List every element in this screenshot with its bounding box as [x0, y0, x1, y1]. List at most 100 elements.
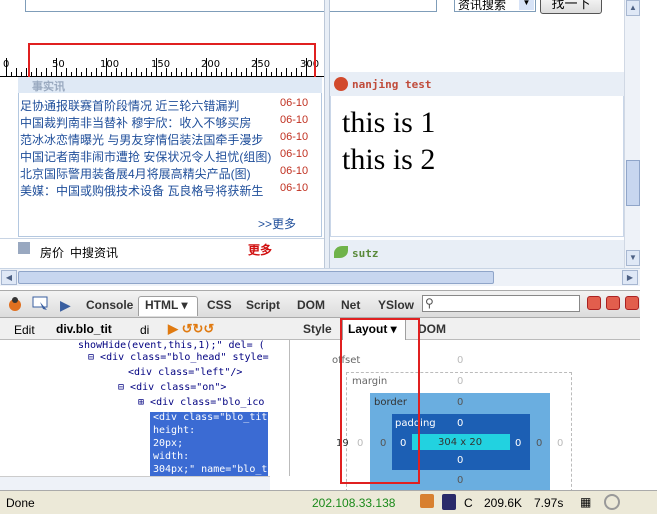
news-date: 06-10	[280, 165, 309, 177]
scroll-down-icon[interactable]: ▼	[626, 250, 640, 266]
tab-style[interactable]: Style	[303, 322, 332, 336]
news-date: 06-10	[280, 131, 309, 143]
tab-side-dom[interactable]: DOM	[418, 322, 446, 336]
page-size: 209.6K	[484, 496, 523, 510]
tab-zhongsou-news[interactable]: 中搜资讯	[70, 244, 118, 261]
expand-icon[interactable]: ⊞	[138, 397, 150, 408]
scroll-right-icon[interactable]: ▶	[622, 270, 638, 285]
minimize-button[interactable]	[587, 296, 601, 310]
news-item[interactable]: 范冰冰恋情曝光 与男友穿情侣装法国牵手漫步 06-10	[20, 131, 320, 148]
news-section-title: 事实讯	[32, 81, 65, 93]
collapse-icon[interactable]: ⊟	[118, 382, 130, 393]
collapse-icon[interactable]: ⊟	[88, 352, 100, 363]
border-top: 0	[457, 397, 464, 408]
padding-bottom: 0	[457, 455, 464, 466]
news-item[interactable]: 中国裁判南非当替补 穆宇欣：收入不够买房 06-10	[20, 114, 320, 131]
code-line[interactable]: <div class="left"/>	[128, 367, 242, 378]
margin-top: 0	[457, 376, 464, 387]
tab-css[interactable]: CSS	[207, 298, 232, 312]
ruler-label: 0	[3, 59, 10, 70]
chevron-down-icon: ▼	[519, 0, 534, 10]
scroll-up-icon[interactable]: ▲	[626, 0, 640, 16]
code-line[interactable]: ⊞ <div class="blo_ico	[138, 397, 264, 408]
scroll-thumb[interactable]	[18, 271, 494, 284]
border-bottom: 0	[457, 475, 464, 486]
second-panel-title[interactable]: sutz	[352, 247, 379, 260]
load-time: 7.97s	[534, 496, 564, 510]
border-right: 0	[536, 438, 543, 449]
tab-console[interactable]: Console	[86, 298, 133, 312]
subtabs-more-link[interactable]: 更多	[248, 241, 272, 258]
tab-house-price[interactable]: 房价	[40, 244, 64, 261]
code-line[interactable]: ⊟ <div class="on">	[118, 382, 226, 393]
test-panel-title[interactable]: nanjing test	[352, 78, 431, 91]
news-item[interactable]: 中国记者南非闹市遭抢 安保状况令人担忧(组图) 06-10	[20, 148, 320, 165]
tab-dom[interactable]: DOM	[297, 298, 325, 312]
selected-code-line: <div class="blo_tit	[153, 412, 268, 423]
ruler-tick	[21, 72, 22, 76]
selected-code-line: height:	[153, 425, 196, 436]
tab-script[interactable]: Script	[246, 298, 280, 312]
code-line[interactable]: ⊟ <div class="blo_head" style=	[88, 352, 269, 363]
offset-top: 0	[457, 355, 464, 366]
search-button[interactable]: 找一下	[540, 0, 602, 14]
annotation-highlight-box	[340, 318, 420, 484]
firebug-status-icon[interactable]	[420, 494, 434, 508]
news-title[interactable]: 范冰冰恋情曝光 与男友穿情侣装法国牵手漫步	[20, 131, 280, 148]
search-type-label: 资讯搜索	[458, 0, 507, 12]
news-item[interactable]: 足协通报联赛首阶段情况 近三轮六错漏判 06-10	[20, 97, 320, 114]
news-date: 06-10	[280, 114, 309, 126]
tab-icon	[18, 242, 30, 254]
tab-yslow[interactable]: YSlow	[378, 298, 414, 312]
close-button[interactable]	[625, 296, 639, 310]
ruler-tick	[26, 68, 27, 76]
news-date: 06-10	[280, 148, 309, 160]
selected-code-line: width:	[153, 451, 190, 462]
test-line: this is 2	[342, 143, 436, 176]
news-title[interactable]: 北京国际警用装备展4月将展高精尖产品(图)	[20, 165, 280, 182]
search-type-select[interactable]: 资讯搜索 ▼	[454, 0, 536, 12]
news-item[interactable]: 美媒：中国或购俄技术设备 瓦良格号将获新生 06-10	[20, 182, 320, 199]
firebug-search-input[interactable]	[422, 295, 580, 312]
grid-icon[interactable]: ▦	[580, 495, 591, 509]
scroll-left-icon[interactable]: ◀	[1, 270, 17, 285]
news-panel-header: 事实讯	[18, 77, 322, 93]
yslow-icon[interactable]	[442, 494, 456, 510]
breadcrumb-current[interactable]: div.blo_tit	[56, 322, 112, 336]
search-icon: ⚲	[425, 296, 434, 310]
code-horizontal-scrollbar[interactable]	[0, 476, 270, 490]
settings-icon[interactable]	[604, 494, 620, 510]
play-icon[interactable]: ▶	[60, 297, 71, 314]
tab-net[interactable]: Net	[341, 298, 360, 312]
padding-right: 0	[515, 438, 522, 449]
edit-button[interactable]: Edit	[14, 323, 35, 337]
tab-html[interactable]: HTML ▾	[145, 298, 187, 312]
page-horizontal-scrollbar[interactable]: ◀ ▶	[0, 268, 640, 286]
inspect-icon[interactable]	[32, 296, 50, 312]
code-text: <div class="blo_head" style=	[100, 352, 269, 363]
content-size: 304 x 20	[438, 437, 483, 448]
breadcrumb-prev[interactable]: di	[140, 323, 149, 337]
code-text: <div class="on">	[130, 382, 227, 393]
status-ip: 202.108.33.138	[312, 496, 396, 510]
code-line[interactable]: showHide(event,this,1);" del= (	[78, 340, 265, 351]
annotation-highlight-box	[28, 43, 316, 79]
status-text: Done	[6, 496, 35, 510]
news-item[interactable]: 北京国际警用装备展4月将展高精尖产品(图) 06-10	[20, 165, 320, 182]
search-input[interactable]	[25, 0, 437, 12]
ruler-tick	[11, 72, 12, 76]
news-more-link[interactable]: >>更多	[258, 215, 296, 232]
selected-code-line: 304px;" name="blo_t	[153, 464, 268, 475]
yslow-grade: C	[464, 496, 473, 510]
detach-button[interactable]	[606, 296, 620, 310]
news-title[interactable]: 足协通报联赛首阶段情况 近三轮六错漏判	[20, 97, 280, 114]
news-title[interactable]: 美媒：中国或购俄技术设备 瓦良格号将获新生	[20, 182, 280, 199]
page-vertical-scrollbar[interactable]: ▲ ▼	[624, 0, 640, 268]
navigation-arrows-icon[interactable]: ▶ ↺↻↺	[168, 321, 214, 337]
news-date: 06-10	[280, 182, 309, 194]
news-title[interactable]: 中国记者南非闹市遭抢 安保状况令人担忧(组图)	[20, 148, 280, 165]
margin-right: 0	[557, 438, 564, 449]
news-title[interactable]: 中国裁判南非当替补 穆宇欣：收入不够买房	[20, 114, 280, 131]
scroll-thumb[interactable]	[626, 160, 640, 206]
firebug-bug-icon[interactable]	[6, 295, 24, 313]
